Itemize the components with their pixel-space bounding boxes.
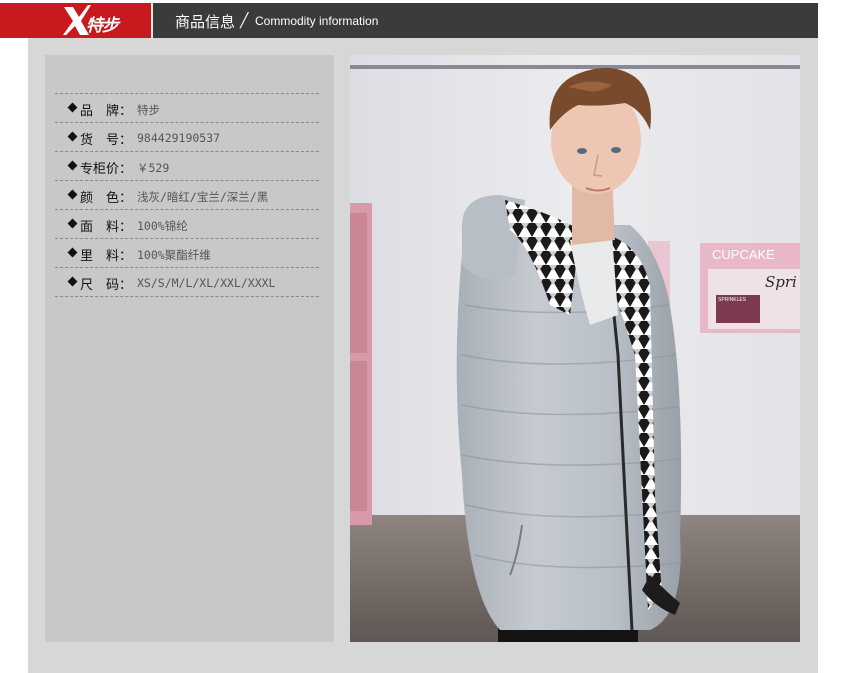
- info-row-item-number: 货 号： 984429190537: [55, 123, 319, 152]
- info-label: 颜 色：: [80, 191, 133, 206]
- product-photo: CUPCAKE Spri SPRINKLES: [350, 55, 800, 642]
- info-row-price: 专柜价： ￥529: [55, 152, 319, 181]
- info-value: XS/S/M/L/XL/XXL/XXXL: [137, 276, 276, 290]
- diamond-bullet-icon: [67, 160, 78, 171]
- info-label: 专柜价：: [80, 162, 133, 177]
- section-subtitle: Commodity information: [255, 14, 379, 28]
- diamond-bullet-icon: [67, 247, 78, 258]
- info-row-color: 颜 色： 浅灰/暗红/宝兰/深兰/黑: [55, 181, 319, 210]
- box-text: SPRINKLES: [718, 297, 747, 303]
- sign-script: Spri: [765, 273, 797, 291]
- model-illustration: CUPCAKE Spri SPRINKLES: [350, 55, 800, 642]
- diamond-bullet-icon: [67, 189, 78, 200]
- brand-logo[interactable]: 特步: [0, 3, 153, 38]
- info-label: 货 号：: [80, 133, 133, 148]
- info-value: 100%锦纶: [137, 219, 188, 233]
- info-label: 面 料：: [80, 220, 133, 235]
- diamond-bullet-icon: [67, 218, 78, 229]
- info-value: 100%聚酯纤维: [137, 248, 211, 262]
- product-info-list: 品 牌： 特步 货 号： 984429190537 专柜价： ￥529 颜 色：…: [55, 93, 319, 297]
- sign-text: CUPCAKE: [712, 247, 775, 262]
- diamond-bullet-icon: [67, 102, 78, 113]
- section-title: 商品信息: [175, 13, 236, 31]
- info-value: 特步: [137, 103, 160, 117]
- header-bar: 特步 商品信息 ╱ Commodity information: [0, 3, 818, 38]
- info-label: 品 牌：: [80, 104, 133, 119]
- diamond-bullet-icon: [67, 276, 78, 287]
- info-row-size: 尺 码： XS/S/M/L/XL/XXL/XXXL: [55, 268, 319, 297]
- info-value: ￥529: [137, 161, 170, 175]
- content-area: 品 牌： 特步 货 号： 984429190537 专柜价： ￥529 颜 色：…: [28, 38, 818, 673]
- info-row-brand: 品 牌： 特步: [55, 94, 319, 123]
- title-separator: ╱: [240, 12, 249, 28]
- product-info-panel: 品 牌： 特步 货 号： 984429190537 专柜价： ￥529 颜 色：…: [45, 55, 334, 642]
- info-label: 里 料：: [80, 249, 133, 264]
- brand-name: 特步: [86, 16, 119, 36]
- info-row-fabric: 面 料： 100%锦纶: [55, 210, 319, 239]
- info-row-lining: 里 料： 100%聚酯纤维: [55, 239, 319, 268]
- info-value: 984429190537: [137, 131, 221, 145]
- diamond-bullet-icon: [67, 131, 78, 142]
- info-value: 浅灰/暗红/宝兰/深兰/黑: [137, 190, 269, 204]
- info-label: 尺 码：: [80, 278, 133, 293]
